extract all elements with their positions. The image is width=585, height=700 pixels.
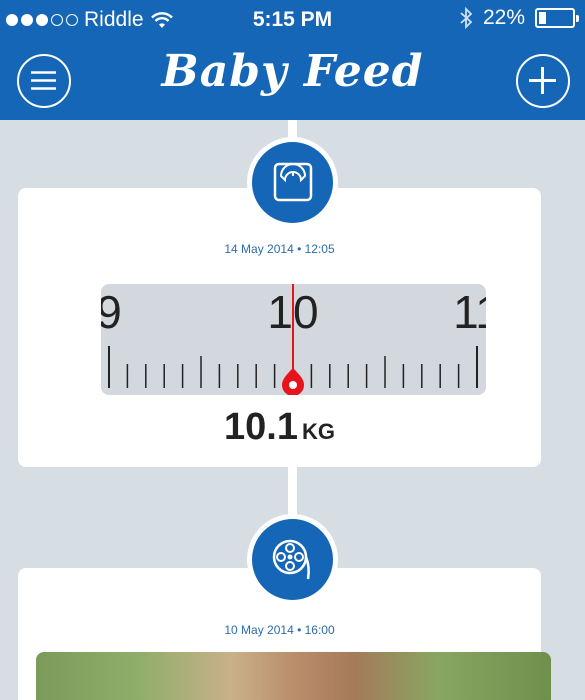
app-title: Baby Feed bbox=[161, 46, 424, 97]
entry-date: 10 May 2014 • 16:00 bbox=[224, 623, 335, 637]
weight-entry-card[interactable]: 14 May 2014 • 12:05 91011 10.1KG bbox=[18, 188, 541, 467]
battery-percent: 22% bbox=[482, 6, 525, 29]
weight-unit: KG bbox=[301, 419, 335, 444]
ruler-label: 11 bbox=[453, 286, 486, 338]
video-thumbnail[interactable] bbox=[36, 652, 551, 700]
entry-date: 14 May 2014 • 12:05 bbox=[224, 242, 335, 256]
film-reel-icon bbox=[272, 539, 310, 580]
add-entry-button[interactable] bbox=[516, 54, 570, 108]
status-bar: Riddle 5:15 PM 22% bbox=[0, 0, 585, 38]
bathroom-scale-icon bbox=[273, 162, 313, 202]
weight-entry-node bbox=[247, 137, 338, 228]
indicator-handle-hole bbox=[289, 381, 297, 389]
bluetooth-icon bbox=[460, 7, 473, 29]
plus-icon bbox=[529, 67, 556, 94]
video-entry-node bbox=[247, 514, 338, 605]
app-header: Riddle 5:15 PM 22% Baby Feed bbox=[0, 0, 585, 120]
ruler-graphic: 91011 bbox=[101, 284, 486, 395]
battery-icon bbox=[535, 8, 579, 28]
weight-readout: 10.1 KG bbox=[18, 406, 541, 449]
weight-scale-ruler[interactable]: 91011 bbox=[101, 284, 486, 395]
weight-value: 10.1 bbox=[224, 406, 298, 448]
status-right: 22% bbox=[459, 6, 579, 30]
ruler-label: 9 bbox=[101, 286, 122, 338]
